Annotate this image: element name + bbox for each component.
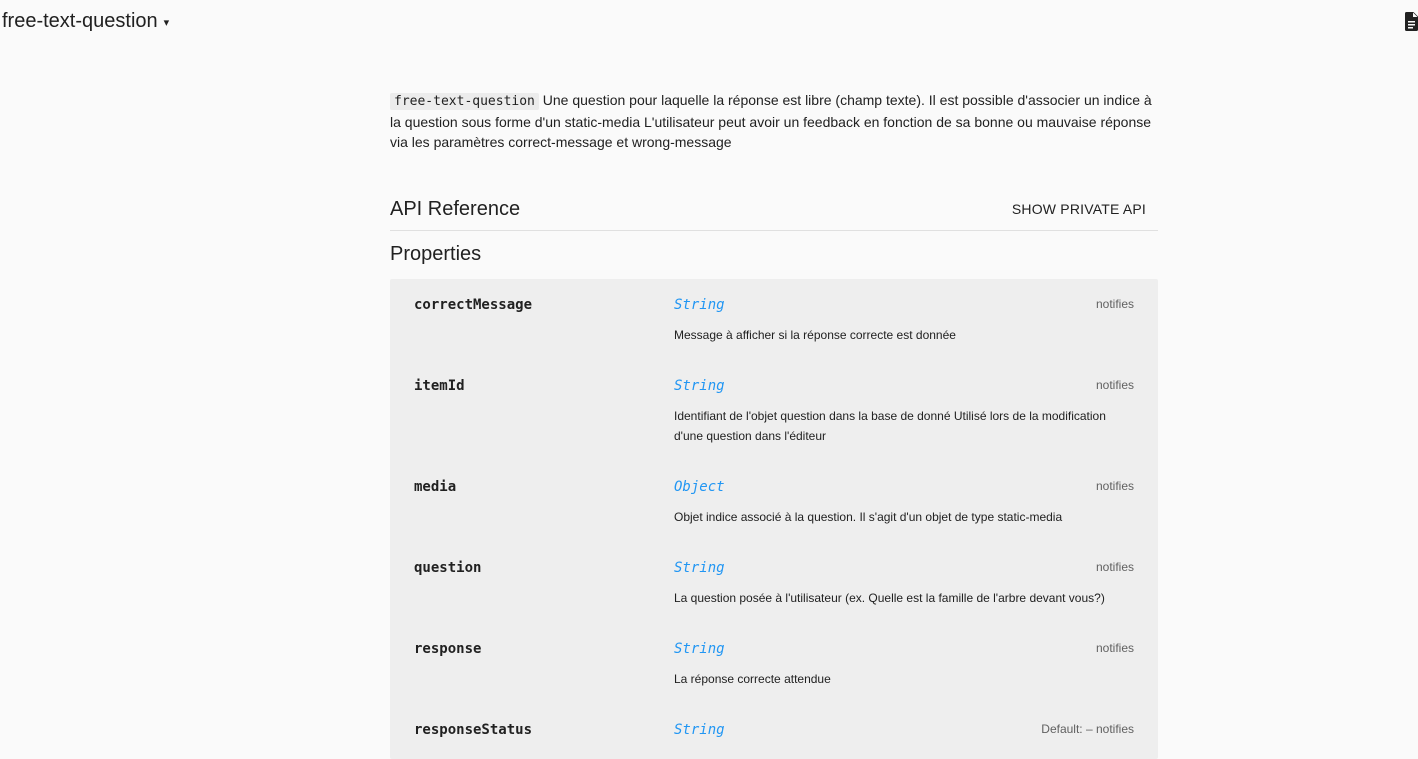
property-row: correctMessage String notifies Message à… <box>390 279 1158 360</box>
property-name: question <box>414 560 482 576</box>
element-description: free-text-question Une question pour laq… <box>390 90 1158 152</box>
main-content: free-text-question Une question pour laq… <box>390 90 1158 759</box>
element-selector-dropdown[interactable]: free-text-question ▾ <box>2 10 169 33</box>
property-row: question String notifies La question pos… <box>390 542 1158 623</box>
property-meta: notifies <box>1095 560 1134 574</box>
properties-title: Properties <box>390 243 482 265</box>
show-private-api-button[interactable]: SHOW PRIVATE API <box>1012 201 1146 217</box>
property-description: Message à afficher si la réponse correct… <box>674 328 956 342</box>
property-name: responseStatus <box>414 722 533 738</box>
property-name: itemId <box>414 378 465 394</box>
property-row: response String notifies La réponse corr… <box>390 623 1158 704</box>
property-name: response <box>414 641 482 657</box>
api-reference-title: API Reference <box>390 198 521 220</box>
document-icon[interactable] <box>1405 12 1418 31</box>
property-meta: notifies <box>1095 378 1134 392</box>
property-row: itemId String notifies Identifiant de l'… <box>390 360 1158 443</box>
property-name: media <box>414 479 457 495</box>
property-row: media Object notifies Objet indice assoc… <box>390 461 1158 542</box>
property-name: correctMessage <box>414 297 533 313</box>
property-description: La question posée à l'utilisateur (ex. Q… <box>674 591 1105 605</box>
property-type: Object <box>674 479 725 495</box>
property-meta: Default: – notifies <box>1041 722 1134 736</box>
chevron-down-icon: ▾ <box>163 17 170 29</box>
property-description: Identifiant de l'objet question dans la … <box>674 409 1106 443</box>
property-type: String <box>674 297 725 313</box>
property-description: Objet indice associé à la question. Il s… <box>674 510 1063 524</box>
property-row: responseStatus String Default: – notifie… <box>390 704 1158 759</box>
property-meta: notifies <box>1095 479 1134 493</box>
api-reference-header: API Reference SHOW PRIVATE API <box>390 198 1158 231</box>
property-meta: notifies <box>1095 641 1134 655</box>
property-description: La réponse correcte attendue <box>674 672 831 686</box>
top-bar: free-text-question ▾ <box>0 0 1418 44</box>
property-type: String <box>674 641 725 657</box>
property-type: String <box>674 378 725 394</box>
element-tag-code: free-text-question <box>390 93 539 110</box>
property-type: String <box>674 560 725 576</box>
property-type: String <box>674 722 725 738</box>
element-name: free-text-question <box>2 10 158 32</box>
property-meta: notifies <box>1095 297 1134 311</box>
properties-panel: correctMessage String notifies Message à… <box>390 279 1158 759</box>
